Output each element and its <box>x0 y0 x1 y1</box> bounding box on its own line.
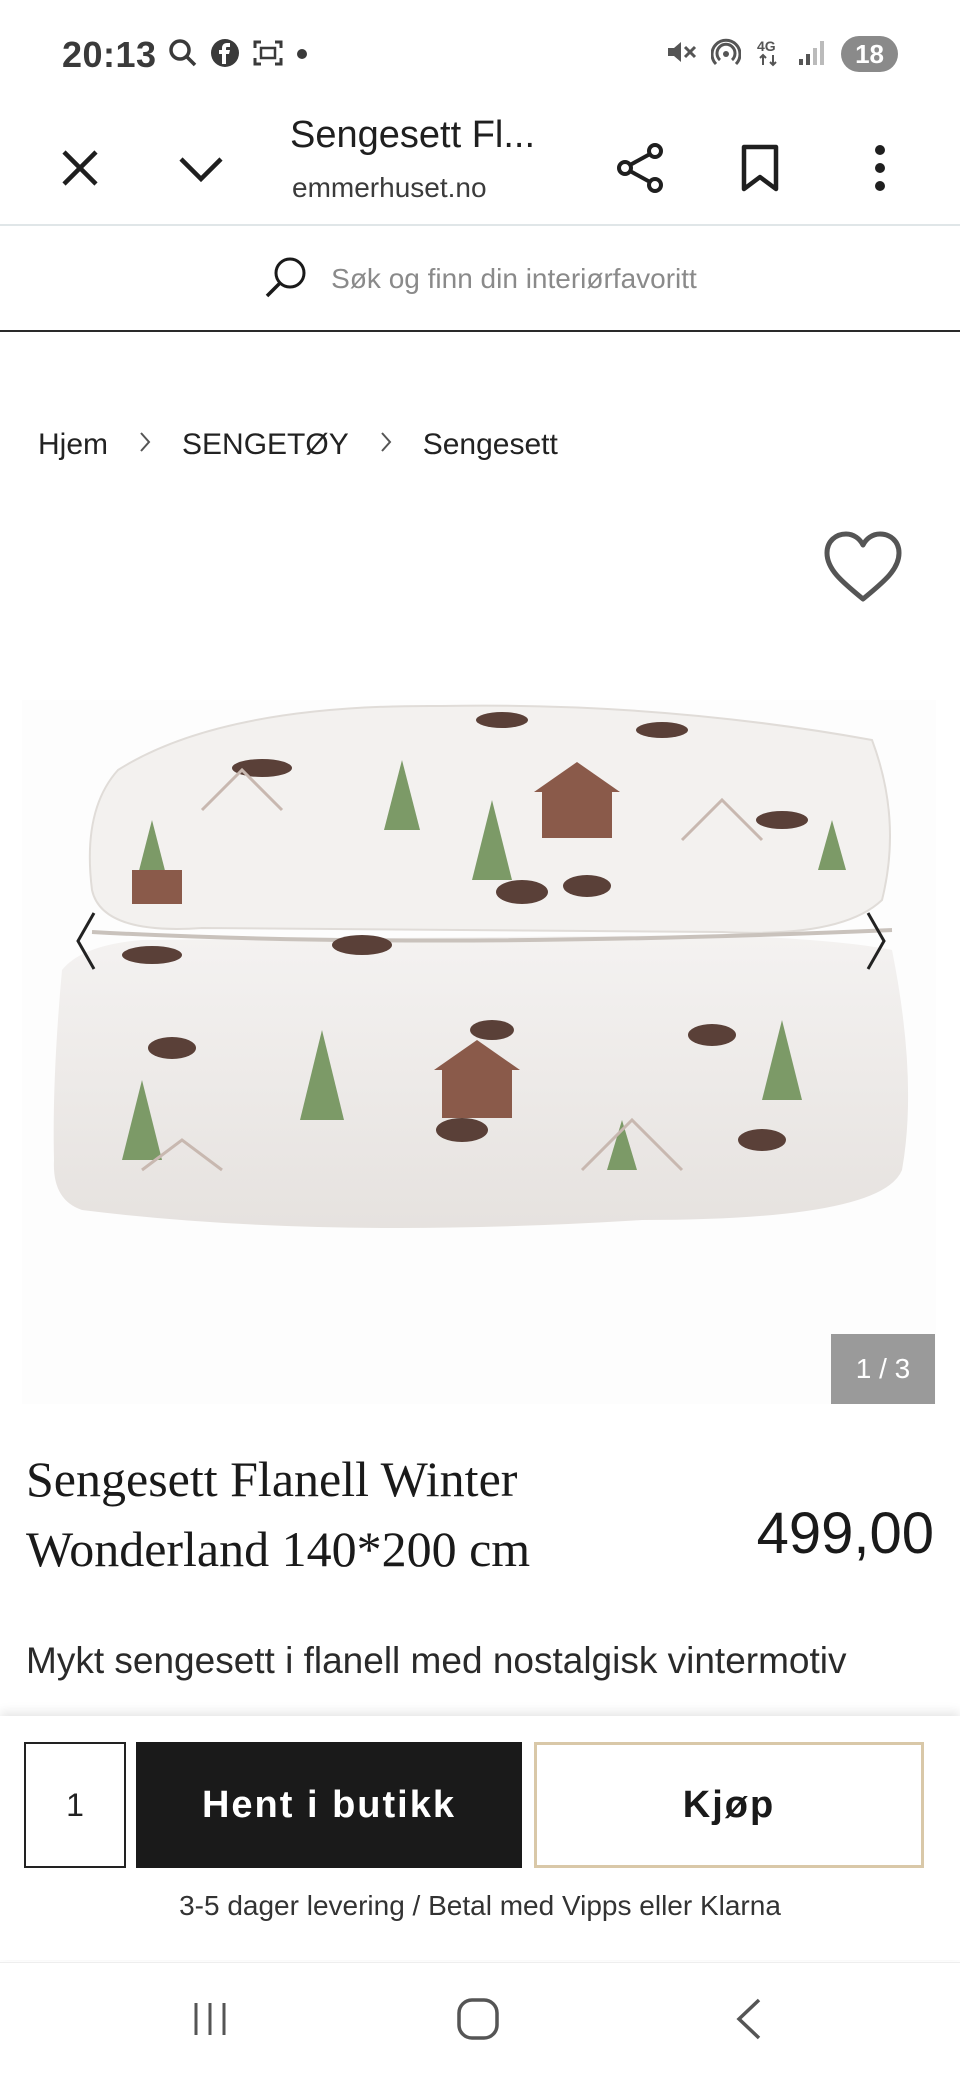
search-bar[interactable]: Søk og finn din interiørfavoritt <box>0 228 960 332</box>
svg-text:4G: 4G <box>757 38 776 54</box>
browser-toolbar: Sengesett Fl... emmerhuset.no <box>0 110 960 226</box>
more-options-button[interactable] <box>840 130 920 210</box>
product-price: 499,00 <box>756 1501 934 1566</box>
search-input[interactable]: Søk og finn din interiørfavoritt <box>331 263 697 295</box>
product-title: Sengesett Flanell Winter Wonderland 140*… <box>26 1451 531 1577</box>
page-url[interactable]: emmerhuset.no <box>292 172 487 204</box>
gallery-next-button[interactable] <box>856 908 896 978</box>
status-time: 20:13 <box>62 34 157 75</box>
page-title[interactable]: Sengesett Fl... <box>290 114 535 157</box>
delivery-note: 3-5 dager levering / Betal med Vipps ell… <box>179 1890 781 1921</box>
recent-apps-button[interactable] <box>170 1991 250 2051</box>
network-4g-icon: 4G <box>755 37 783 72</box>
search-icon <box>263 254 309 305</box>
chevron-left-icon <box>74 909 98 978</box>
more-icon <box>873 144 887 197</box>
chevron-right-icon <box>138 429 152 462</box>
home-icon <box>455 1996 501 2047</box>
recent-apps-icon <box>190 1999 230 2044</box>
status-icons-right: 4G 18 <box>665 36 898 72</box>
search-icon <box>168 38 198 73</box>
signal-icon <box>797 37 827 72</box>
product-description: Mykt sengesett i flanell med nostalgisk … <box>26 1640 847 1681</box>
heart-icon <box>821 529 905 610</box>
share-button[interactable] <box>600 130 680 210</box>
gallery-prev-button[interactable] <box>66 908 106 978</box>
buy-button[interactable]: Kjøp <box>534 1742 924 1868</box>
minimize-tab-button[interactable] <box>161 130 241 210</box>
chevron-right-icon <box>379 429 393 462</box>
chevron-down-icon <box>177 153 225 188</box>
gallery-counter: 1 / 3 <box>831 1334 935 1404</box>
hotspot-icon <box>710 37 742 72</box>
back-button[interactable] <box>708 1991 788 2051</box>
back-icon <box>733 1996 763 2047</box>
bookmark-icon <box>740 143 780 198</box>
breadcrumb-current[interactable]: Sengesett <box>423 428 558 462</box>
screenshot-icon <box>252 38 284 73</box>
close-icon <box>60 148 100 193</box>
close-tab-button[interactable] <box>40 130 120 210</box>
status-bar: 20:13 4G 18 <box>0 0 960 110</box>
chevron-right-icon <box>864 909 888 978</box>
battery-indicator: 18 <box>841 36 898 72</box>
system-nav-bar <box>0 1962 960 2080</box>
product-image[interactable] <box>22 700 936 1404</box>
facebook-icon <box>210 38 240 73</box>
pickup-in-store-button[interactable]: Hent i butikk <box>136 1742 522 1868</box>
breadcrumb-category[interactable]: SENGETØY <box>182 428 349 462</box>
purchase-bar: 1 Hent i butikk Kjøp 3-5 dager levering … <box>0 1716 960 1960</box>
bedding-illustration <box>53 704 909 1228</box>
dot-icon <box>296 47 308 65</box>
share-icon <box>615 142 665 198</box>
wishlist-button[interactable] <box>818 524 908 614</box>
quantity-input[interactable]: 1 <box>24 1742 126 1868</box>
status-icons-left <box>168 38 308 73</box>
home-button[interactable] <box>438 1991 518 2051</box>
mute-icon <box>665 37 697 72</box>
bookmark-button[interactable] <box>720 130 800 210</box>
breadcrumb: Hjem SENGETØY Sengesett <box>38 428 558 462</box>
breadcrumb-home[interactable]: Hjem <box>38 428 108 462</box>
